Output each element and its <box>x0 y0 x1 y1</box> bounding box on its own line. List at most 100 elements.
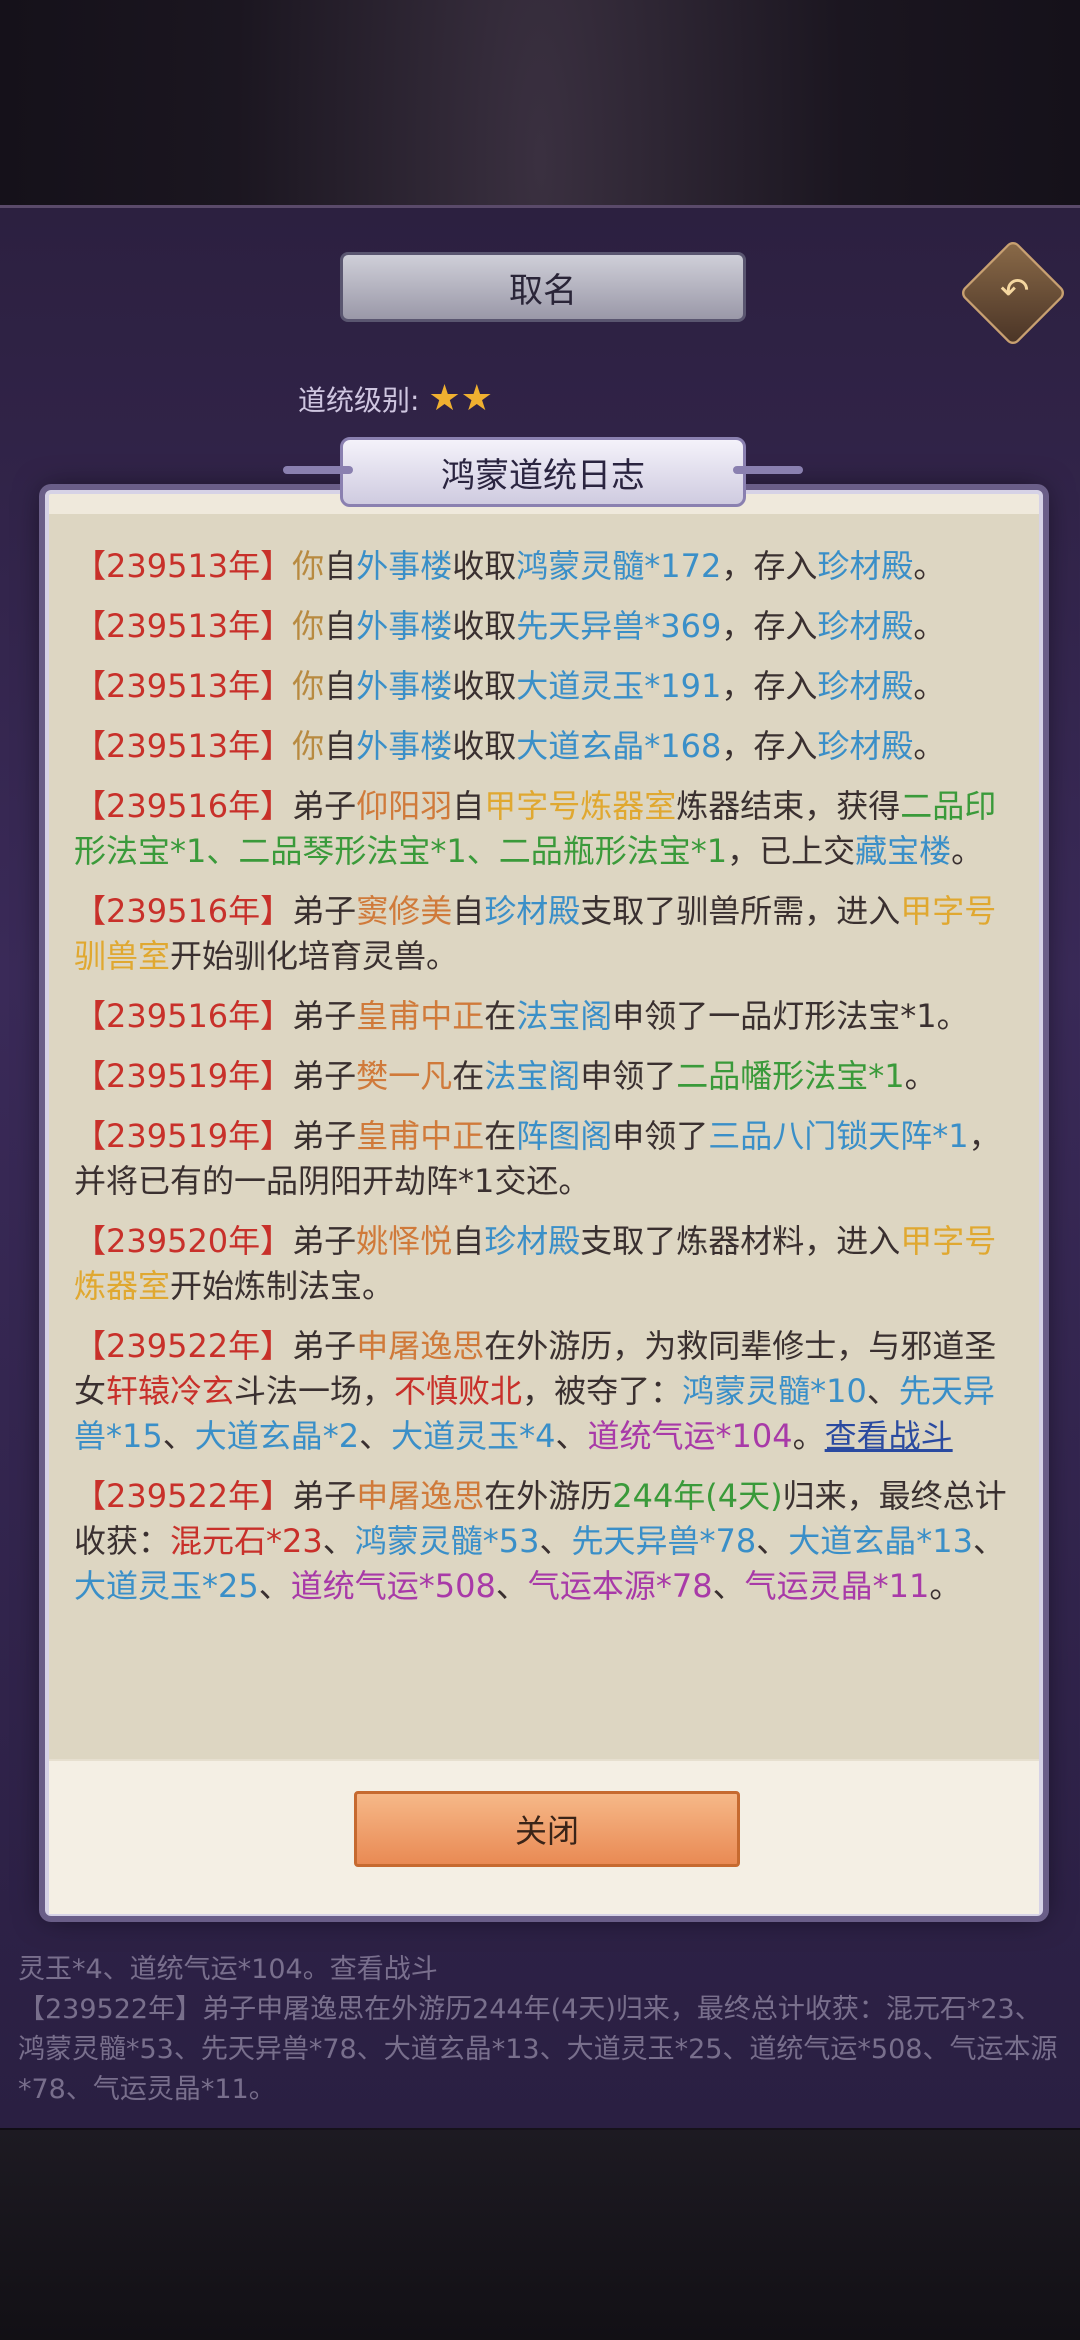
log-entry-text: 藏宝楼 <box>855 832 952 870</box>
log-entry-text: 皇甫中正 <box>356 1117 485 1155</box>
log-entry-year: 【239519年】 <box>74 1117 293 1155</box>
log-entry-text: ，存入 <box>721 607 818 645</box>
log-entry-text: 申领了 <box>580 1057 677 1095</box>
log-entry-text: 大道玄晶*2 <box>194 1417 360 1455</box>
log-entry-text: 自 <box>324 547 357 585</box>
log-scroll-area[interactable]: 【239513年】你自外事楼收取鸿蒙灵髓*172，存入珍材殿。 【239513年】… <box>49 514 1039 1759</box>
log-entry-year: 【239516年】 <box>74 892 293 930</box>
log-entry-text: 二品幡形法宝*1 <box>676 1057 905 1095</box>
log-entry-text: 自 <box>324 667 357 705</box>
log-entry-text: 你 <box>292 667 325 705</box>
log-entry-text: 申屠逸思 <box>356 1327 485 1365</box>
close-button[interactable]: 关闭 <box>354 1791 740 1867</box>
log-entry-text: 你 <box>292 607 325 645</box>
log-entry-text: 气运灵晶*11 <box>744 1567 930 1605</box>
log-entry-text: 阵图阁 <box>516 1117 613 1155</box>
log-entry-text: 。 <box>904 1057 937 1095</box>
log-entry-text: 珍材殿 <box>817 607 914 645</box>
log-entry-text: ，存入 <box>721 667 818 705</box>
log-entry: 【239513年】你自外事楼收取大道玄晶*168，存入珍材殿。 <box>74 724 1019 769</box>
log-entry-text: 。 <box>913 547 946 585</box>
log-entry-text: 外事楼 <box>356 727 453 765</box>
log-entry-text: 三品八门锁天阵*1 <box>708 1117 969 1155</box>
log-entry-text: 你 <box>292 547 325 585</box>
log-entry-text: 珍材殿 <box>817 547 914 585</box>
log-entry-text: 道统气运*104 <box>587 1417 793 1455</box>
log-entry-text: 申领了 <box>612 1117 709 1155</box>
log-entry-text: 、 <box>712 1567 745 1605</box>
log-entry-text: 法宝阁 <box>484 1057 581 1095</box>
log-entry-text: 、 <box>973 1522 1006 1560</box>
log-entry-text: 、 <box>756 1522 789 1560</box>
log-entry-year: 【239519年】 <box>74 1057 293 1095</box>
page-title: 取名 <box>509 270 577 311</box>
log-entry-text: 支取了炼器材料，进入 <box>580 1222 901 1260</box>
log-entry-text: ，存入 <box>721 727 818 765</box>
log-entry-text: 自 <box>452 1222 485 1260</box>
log-entry-text: 弟子 <box>292 1222 357 1260</box>
log-entry: 【239520年】弟子姚怿悦自珍材殿支取了炼器材料，进入甲字号炼器室开始炼制法宝… <box>74 1219 1019 1309</box>
log-entry-year: 【239522年】 <box>74 1327 293 1365</box>
log-entry-text: 弟子 <box>292 997 357 1035</box>
log-entry-text: 、 <box>258 1567 291 1605</box>
log-entry-text: 弟子 <box>292 1117 357 1155</box>
log-entry-text: ，被夺了： <box>522 1372 683 1410</box>
log-entry-text: 在外游历 <box>484 1477 613 1515</box>
log-entry-text: 大道玄晶*168 <box>516 727 722 765</box>
log-entry: 【239516年】弟子窦修美自珍材殿支取了驯兽所需，进入甲字号驯兽室开始驯化培育… <box>74 889 1019 979</box>
log-entry-text: 、 <box>322 1522 355 1560</box>
log-entry-text: 、 <box>866 1372 899 1410</box>
sect-level: 道统级别: ★★ <box>298 378 493 419</box>
log-entry-text: 开始炼制法宝。 <box>170 1267 395 1305</box>
log-entry-text: 。 <box>913 667 946 705</box>
log-entry-text: 。 <box>951 832 984 870</box>
close-button-label: 关闭 <box>514 1812 579 1850</box>
log-entry-text: 收取 <box>452 727 517 765</box>
log-entry-text: 道统气运*508 <box>290 1567 496 1605</box>
log-entry-text: 自 <box>324 607 357 645</box>
log-entry-text: ，存入 <box>721 547 818 585</box>
log-entry-text: 混元石*23 <box>170 1522 323 1560</box>
log-entry-year: 【239513年】 <box>74 547 293 585</box>
view-battle-link[interactable]: 查看战斗 <box>825 1417 953 1455</box>
log-entry-text: 姚怿悦 <box>356 1222 453 1260</box>
log-entry-text: 、 <box>555 1417 588 1455</box>
log-entry-text: 弟子 <box>292 892 357 930</box>
log-entry-text: 窦修美 <box>356 892 453 930</box>
sect-log-dialog: 【239513年】你自外事楼收取鸿蒙灵髓*172，存入珍材殿。 【239513年】… <box>45 490 1043 1916</box>
log-entry-text: 开始驯化培育灵兽。 <box>170 937 459 975</box>
log-entry: 【239516年】弟子仰阳羽自甲字号炼器室炼器结束，获得二品印形法宝*1、二品琴… <box>74 784 1019 874</box>
log-entry-text: 弟子 <box>292 1477 357 1515</box>
log-entry-text: 气运本源*78 <box>527 1567 713 1605</box>
log-entry-text: 你 <box>292 727 325 765</box>
log-entry-year: 【239516年】 <box>74 997 293 1035</box>
log-entry-text: 收取 <box>452 667 517 705</box>
log-entry-text: 外事楼 <box>356 667 453 705</box>
dialog-title: 鸿蒙道统日志 <box>283 437 803 507</box>
log-entry-text: 。 <box>913 607 946 645</box>
log-entry-text: 大道灵玉*25 <box>74 1567 259 1605</box>
name-title-banner[interactable]: 取名 <box>340 252 746 322</box>
dialog-title-text: 鸿蒙道统日志 <box>441 455 645 496</box>
log-entry-text: 收取 <box>452 547 517 585</box>
log-entry-text: 斗法一场， <box>234 1372 395 1410</box>
log-entry-text: 收取 <box>452 607 517 645</box>
log-entry-text: 樊一凡 <box>356 1057 453 1095</box>
log-entry: 【239519年】弟子皇甫中正在阵图阁申领了三品八门锁天阵*1，并将已有的一品阴… <box>74 1114 1019 1204</box>
log-entry: 【239513年】你自外事楼收取鸿蒙灵髓*172，存入珍材殿。 <box>74 544 1019 589</box>
log-entry-text: 先天异兽*369 <box>516 607 722 645</box>
log-entry-text: 支取了驯兽所需，进入 <box>580 892 901 930</box>
log-entry-text: 轩辕冷玄 <box>106 1372 235 1410</box>
log-entry-text: 鸿蒙灵髓*172 <box>516 547 722 585</box>
log-entry-text: 、 <box>539 1522 572 1560</box>
log-entry-text: 先天异兽*78 <box>571 1522 757 1560</box>
log-entry-year: 【239513年】 <box>74 667 293 705</box>
log-entry-text: 甲字号炼器室 <box>484 787 677 825</box>
log-entry-year: 【239513年】 <box>74 727 293 765</box>
log-entry-text: 。 <box>913 727 946 765</box>
log-entry-text: 大道玄晶*13 <box>788 1522 973 1560</box>
log-entry: 【239516年】弟子皇甫中正在法宝阁申领了一品灯形法宝*1。 <box>74 994 1019 1039</box>
log-entry-list: 【239513年】你自外事楼收取鸿蒙灵髓*172，存入珍材殿。 【239513年】… <box>74 544 1019 1624</box>
log-entry-text: 珍材殿 <box>817 667 914 705</box>
log-entry-text: 不慎败北 <box>394 1372 523 1410</box>
